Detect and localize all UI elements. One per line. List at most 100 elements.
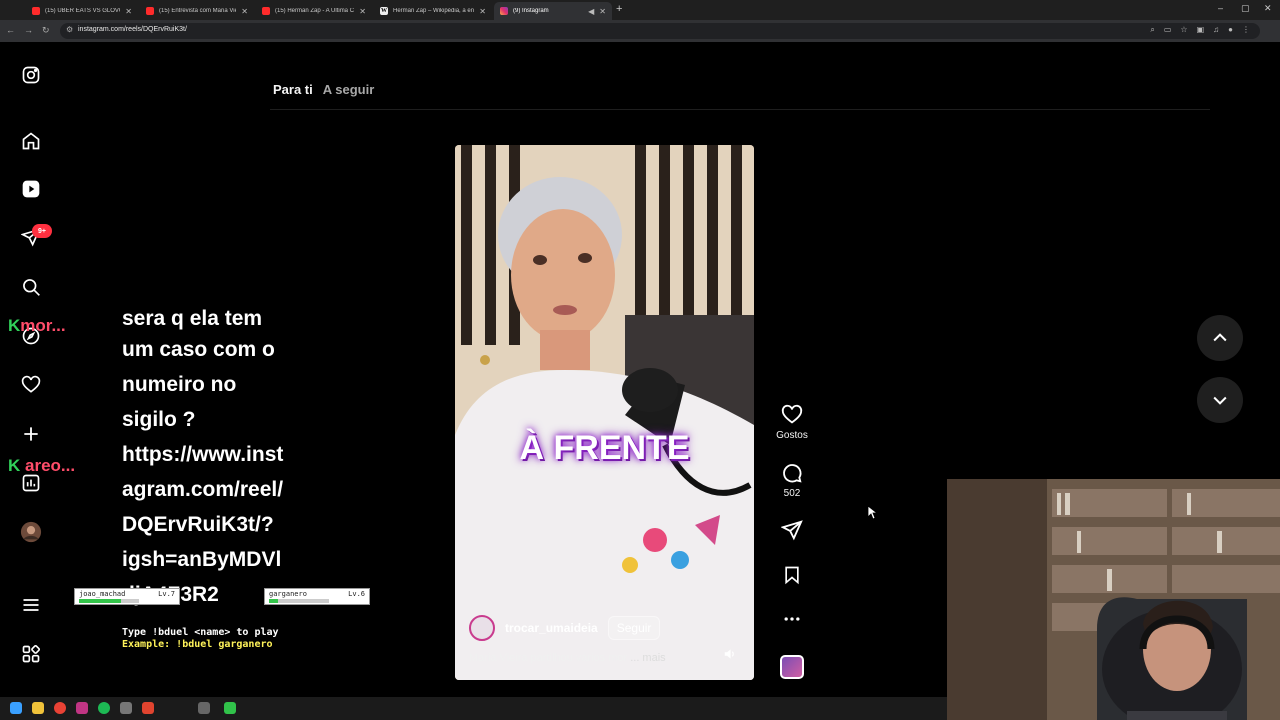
reload-icon[interactable]: ↻ [42, 25, 50, 36]
tab-title: (15) Herman Zap - A Última Co [275, 8, 355, 14]
heart-icon [781, 404, 803, 424]
notifications-badge: 9+ [32, 224, 52, 238]
duel-player-card-2: garganero Lv.6 [264, 588, 370, 605]
next-reel-button[interactable] [1197, 377, 1243, 423]
like-button[interactable]: Gostos [772, 404, 812, 441]
chat-line: https://www.inst [122, 443, 284, 466]
health-bar [269, 599, 329, 603]
app-icon[interactable] [198, 702, 210, 714]
close-icon[interactable]: ✕ [241, 7, 248, 16]
chat-k-icon: K [8, 316, 21, 335]
create-plus-icon[interactable] [20, 423, 42, 445]
app-icon[interactable] [120, 702, 132, 714]
comment-button[interactable]: 502 [772, 462, 812, 499]
browser-tab-1[interactable]: (15) UBER EATS VS GLOVO | Cli ✕ [26, 2, 138, 20]
app-icon[interactable] [76, 702, 88, 714]
author-username[interactable]: trocar_umaideia [505, 621, 598, 635]
file-explorer-icon[interactable] [32, 702, 44, 714]
zoom-icon[interactable]: ⌕ [1150, 25, 1154, 35]
youtube-icon [262, 7, 270, 15]
forward-arrow-icon[interactable]: → [24, 25, 33, 35]
bookmark-icon [785, 566, 799, 585]
profile-icon[interactable]: ● [1228, 25, 1233, 35]
search-icon[interactable] [20, 276, 42, 298]
duel-player-card-1: joao_machad Lv.7 [74, 588, 180, 605]
follow-button[interactable]: Seguir [607, 616, 661, 640]
webcam-overlay [947, 479, 1280, 720]
chrome-icon[interactable] [54, 702, 66, 714]
save-button[interactable] [772, 564, 812, 586]
extensions-icon[interactable]: ▣ [1197, 25, 1205, 35]
app-icon[interactable] [224, 702, 236, 714]
youtube-icon [32, 7, 40, 15]
instagram-logo-icon[interactable] [20, 64, 42, 86]
chat-line: sigilo ? [122, 408, 196, 431]
also-from-meta-icon[interactable] [20, 643, 42, 665]
address-bar-row: ← → ↻ ⚙ instagram.com/reels/DQErvRuiK3t/… [0, 20, 1280, 42]
stream-chat-message: sera q ela tem um caso com o numeiro no … [122, 307, 284, 612]
chat-username-2: K areo... [8, 456, 76, 475]
new-tab-plus-icon[interactable]: + [616, 3, 622, 15]
comments-count: 502 [783, 488, 801, 499]
health-bar-fill [269, 599, 278, 603]
reels-icon[interactable] [20, 178, 42, 200]
spotify-icon[interactable] [98, 702, 110, 714]
cast-icon[interactable]: ▭ [1164, 25, 1172, 35]
back-arrow-icon[interactable]: ← [6, 25, 15, 35]
close-icon[interactable]: ✕ [599, 7, 606, 16]
window-close-icon[interactable]: ✕ [1264, 3, 1272, 14]
share-icon [781, 520, 803, 541]
browser-tab-5[interactable]: (9) Instagram ◀ ✕ [494, 2, 612, 20]
more-options-button[interactable] [772, 609, 812, 629]
browser-tab-3[interactable]: (15) Herman Zap - A Última Co ✕ [256, 2, 372, 20]
reel-video[interactable]: À FRENTE trocar_umaideia Seguir Maria Vi… [455, 145, 754, 680]
feed-tabs: Para ti A seguir [273, 82, 374, 97]
previous-reel-button[interactable] [1197, 315, 1243, 361]
webcam-feed [947, 479, 1280, 720]
instagram-icon [500, 7, 508, 15]
share-button[interactable] [772, 519, 812, 541]
maximize-icon[interactable]: ▢ [1241, 3, 1250, 14]
home-icon[interactable] [20, 130, 42, 152]
tab-title: (15) UBER EATS VS GLOVO | Cli [45, 8, 120, 14]
bookmark-star-icon[interactable]: ☆ [1180, 25, 1187, 35]
author-avatar[interactable] [469, 615, 495, 641]
likes-label: Gostos [776, 430, 808, 441]
notifications-heart-icon[interactable] [20, 374, 42, 396]
duel-example-line: Example: !bduel garganero [122, 639, 273, 650]
close-icon[interactable]: ✕ [125, 7, 132, 16]
tab-title: Herman Zap – Wikipédia, a en [393, 8, 475, 14]
divider [270, 109, 1210, 110]
reel-description: Maria Vieira partilhou vários mor ... ma… [469, 652, 666, 664]
omnibox[interactable]: ⚙ instagram.com/reels/DQErvRuiK3t/ ⌕ ▭ ☆… [60, 23, 1260, 39]
close-icon[interactable]: ✕ [359, 7, 366, 16]
reel-author-row: trocar_umaideia Seguir [469, 615, 661, 641]
audio-thumbnail[interactable] [780, 655, 804, 679]
close-icon[interactable]: ✕ [479, 7, 486, 16]
chevron-down-icon [1213, 396, 1227, 405]
reel-video-frame [455, 145, 754, 680]
profile-avatar[interactable] [20, 521, 42, 543]
wikipedia-icon: W [380, 7, 388, 15]
media-icon[interactable]: ♫ [1213, 25, 1219, 35]
tab-following[interactable]: A seguir [323, 82, 375, 97]
player-name: joao_machad [79, 590, 126, 598]
browser-tab-2[interactable]: (15) Entrevista com Maria Vie ✕ [140, 2, 254, 20]
speaker-icon[interactable] [723, 647, 737, 661]
browser-menu-icon[interactable]: ⋮ [1242, 25, 1250, 35]
chat-line: igsh=anByMDVl [122, 548, 282, 571]
brave-icon[interactable] [142, 702, 154, 714]
health-bar-fill [79, 599, 121, 603]
speaker-icon[interactable]: ◀ [588, 7, 594, 16]
tab-title: (15) Entrevista com Maria Vie [159, 8, 237, 14]
more-dots-icon [784, 617, 800, 621]
site-info-icon[interactable]: ⚙ [66, 25, 73, 34]
windows-start-icon[interactable] [10, 702, 22, 714]
browser-tab-4[interactable]: W Herman Zap – Wikipédia, a en ✕ [374, 2, 492, 20]
tab-for-you[interactable]: Para ti [273, 82, 313, 97]
more-menu-icon[interactable] [20, 594, 42, 616]
more-link[interactable]: ... mais [630, 652, 665, 664]
chat-line: sera q ela tem [122, 307, 263, 330]
minimize-icon[interactable]: – [1218, 3, 1223, 13]
url-text[interactable]: instagram.com/reels/DQErvRuiK3t/ [78, 26, 187, 33]
